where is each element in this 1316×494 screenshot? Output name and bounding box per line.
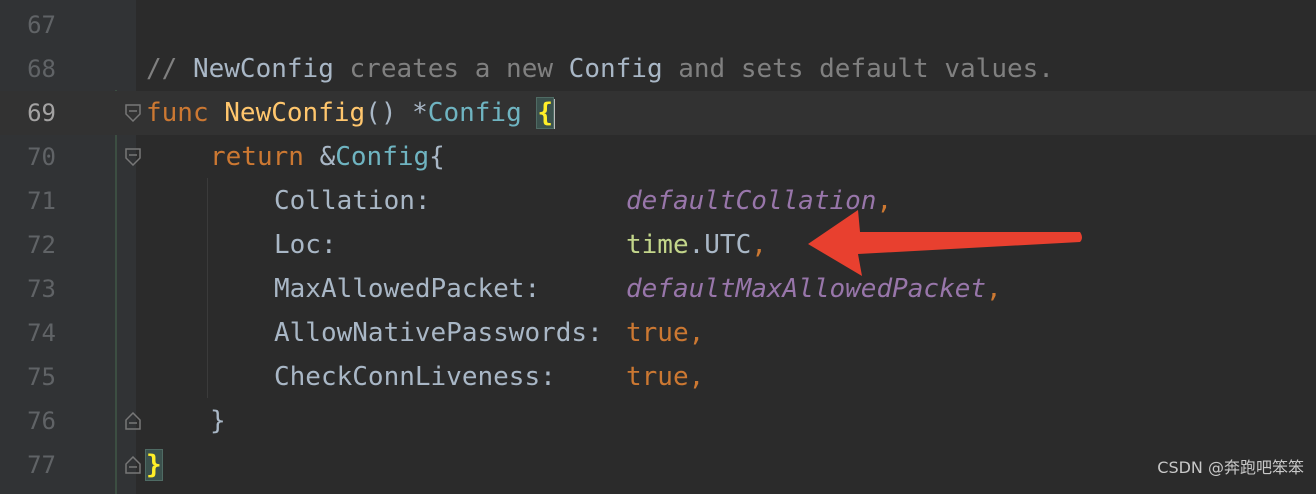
- code-editor[interactable]: 67 68 // NewConfig creates a new Config …: [0, 0, 1316, 494]
- arrow-annotation-icon: [808, 210, 1082, 276]
- watermark-text: CSDN @奔跑吧笨笨: [1157, 458, 1304, 477]
